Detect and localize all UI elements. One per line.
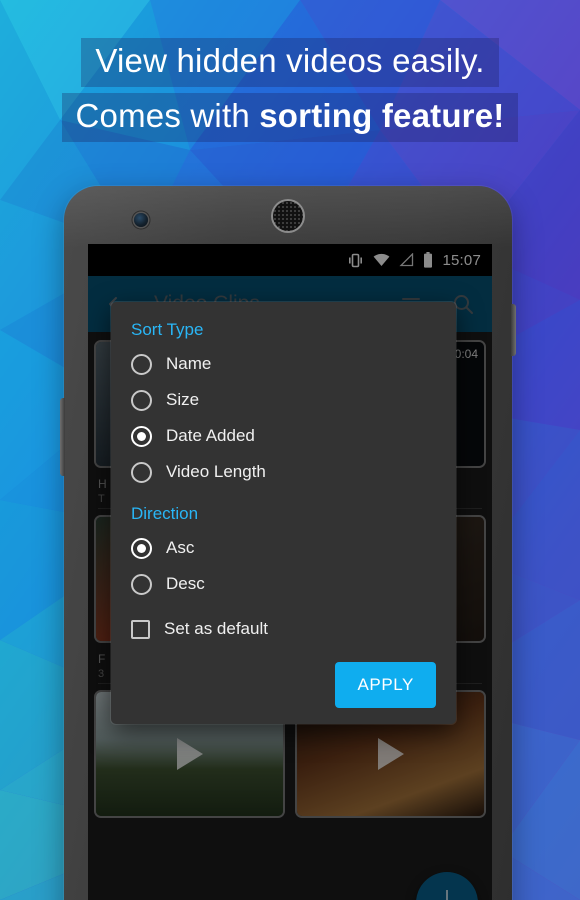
direction-option-label: Asc: [166, 538, 195, 557]
promo-line-2: Comes with sorting feature!: [61, 93, 519, 142]
promo-line-2-bold: sorting feature!: [259, 97, 505, 134]
sort-dialog: Sort Type Name Size Date Added Video Len…: [111, 302, 456, 724]
promo-line-1: View hidden videos easily.: [81, 38, 499, 87]
apply-button[interactable]: APPLY: [335, 662, 436, 708]
checkbox-icon[interactable]: [131, 619, 150, 639]
radio-icon[interactable]: [131, 389, 152, 411]
sort-option-label: Name: [166, 354, 212, 373]
sort-option-size[interactable]: Size: [131, 382, 436, 418]
direction-heading: Direction: [131, 504, 199, 523]
promo-line-2-prefix: Comes with: [75, 97, 260, 134]
sort-option-name[interactable]: Name: [131, 346, 436, 382]
sort-option-date-added[interactable]: Date Added: [131, 418, 436, 454]
set-as-default-label: Set as default: [164, 619, 268, 638]
promo-screenshot: View hidden videos easily. Comes with so…: [0, 0, 580, 900]
promo-headline: View hidden videos easily. Comes with so…: [0, 38, 580, 142]
radio-icon[interactable]: [131, 461, 152, 483]
sort-option-label: Date Added: [166, 426, 255, 445]
radio-icon[interactable]: [131, 573, 152, 595]
set-as-default-row[interactable]: Set as default: [131, 612, 436, 646]
direction-option-label: Desc: [166, 574, 205, 593]
front-camera-icon: [134, 213, 148, 227]
radio-selected-icon[interactable]: [131, 537, 152, 559]
sort-option-video-length[interactable]: Video Length: [131, 454, 436, 490]
direction-option-desc[interactable]: Desc: [131, 566, 436, 602]
dialog-actions: APPLY: [131, 662, 436, 708]
phone-device-mockup: 15:07 Video Clips: [60, 186, 516, 900]
phone-screen: 15:07 Video Clips: [88, 244, 492, 900]
direction-option-asc[interactable]: Asc: [131, 530, 436, 566]
sort-option-label: Size: [166, 390, 200, 409]
radio-icon[interactable]: [131, 353, 152, 375]
power-button[interactable]: [511, 304, 516, 356]
sort-type-heading: Sort Type: [131, 320, 204, 339]
volume-rocker-button[interactable]: [60, 398, 65, 476]
earpiece-speaker-icon: [273, 201, 303, 231]
sort-option-label: Video Length: [166, 462, 266, 481]
radio-selected-icon[interactable]: [131, 425, 152, 447]
